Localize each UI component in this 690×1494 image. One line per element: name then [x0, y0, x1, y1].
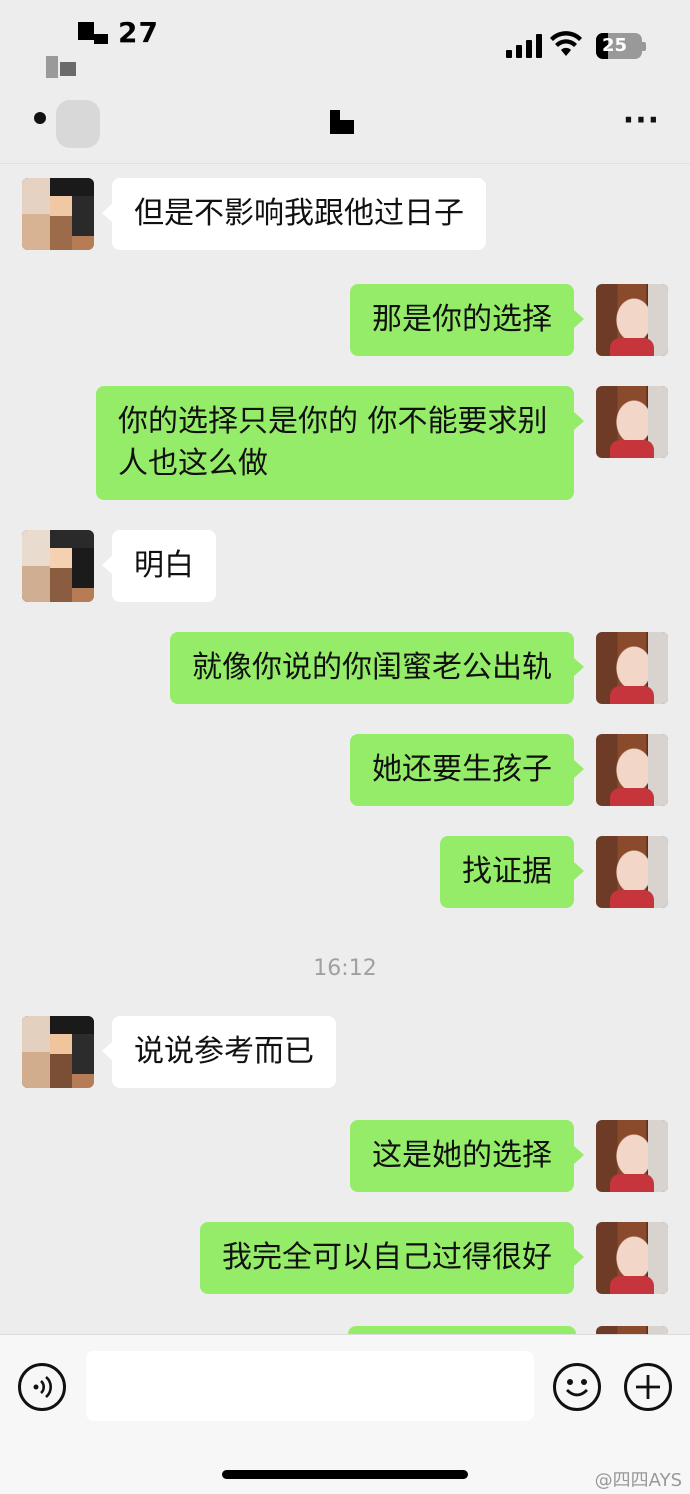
more-options-button[interactable]: ··· — [623, 106, 660, 136]
plus-icon — [636, 1375, 660, 1399]
pixelated-time-fragment — [78, 22, 94, 40]
contact-avatar[interactable] — [22, 178, 94, 250]
pixelated-time-fragment — [94, 34, 108, 44]
message-bubble-outgoing[interactable]: 我完全可以自己过得很好 — [200, 1222, 584, 1294]
my-avatar[interactable] — [596, 734, 668, 806]
smile-icon — [566, 1379, 588, 1397]
contact-avatar[interactable] — [22, 1016, 94, 1088]
back-button[interactable] — [24, 100, 114, 148]
contact-avatar[interactable] — [22, 530, 94, 602]
voice-input-button[interactable] — [18, 1363, 66, 1411]
message-list[interactable]: 但是不影响我跟他过日子 那是你的选择 你的选择只是你的 你不能要求别人也这么做 … — [0, 164, 690, 1334]
battery-icon: 25 — [596, 33, 642, 59]
my-avatar[interactable] — [596, 1326, 668, 1334]
status-bar: 27 25 — [0, 0, 690, 80]
message-bubble-incoming[interactable]: 但是不影响我跟他过日子 — [102, 178, 486, 250]
message-bubble-incoming[interactable]: 明白 — [102, 530, 216, 602]
voice-icon — [33, 1376, 52, 1398]
signal-icon — [506, 34, 542, 58]
message-bubble-outgoing[interactable]: 那是你的选择 — [350, 284, 584, 356]
pixelated-fragment — [46, 56, 58, 78]
chat-header: ··· — [0, 80, 690, 164]
message-bubble-outgoing[interactable]: 这是她的选择 — [350, 1120, 584, 1192]
more-functions-button[interactable] — [624, 1363, 672, 1411]
home-indicator[interactable] — [222, 1470, 468, 1479]
my-avatar[interactable] — [596, 1120, 668, 1192]
contact-name-pixelated — [330, 110, 354, 134]
my-avatar[interactable] — [596, 1222, 668, 1294]
back-arrow-icon — [34, 112, 46, 124]
message-input[interactable] — [86, 1351, 534, 1421]
message-bubble-incoming[interactable]: 说说参考而已 — [102, 1016, 336, 1088]
battery-tip — [642, 42, 646, 51]
pixelated-fragment — [60, 62, 76, 76]
my-avatar[interactable] — [596, 632, 668, 704]
wifi-icon — [550, 31, 582, 56]
message-bubble-outgoing[interactable]: 她还要生孩子 — [350, 734, 584, 806]
my-avatar[interactable] — [596, 836, 668, 908]
status-time: 27 — [118, 16, 159, 49]
watermark: @四四AYS — [594, 1470, 682, 1491]
message-bubble-outgoing-partial[interactable] — [348, 1326, 576, 1334]
message-bubble-outgoing[interactable]: 你的选择只是你的 你不能要求别人也这么做 — [96, 386, 584, 500]
battery-level: 25 — [602, 35, 628, 56]
message-bubble-outgoing[interactable]: 找证据 — [440, 836, 584, 908]
my-avatar[interactable] — [596, 284, 668, 356]
unread-count-pixelated — [56, 100, 100, 148]
my-avatar[interactable] — [596, 386, 668, 458]
message-bubble-outgoing[interactable]: 就像你说的你闺蜜老公出轨 — [170, 632, 584, 704]
message-timestamp: 16:12 — [313, 956, 377, 981]
emoji-button[interactable] — [553, 1363, 601, 1411]
